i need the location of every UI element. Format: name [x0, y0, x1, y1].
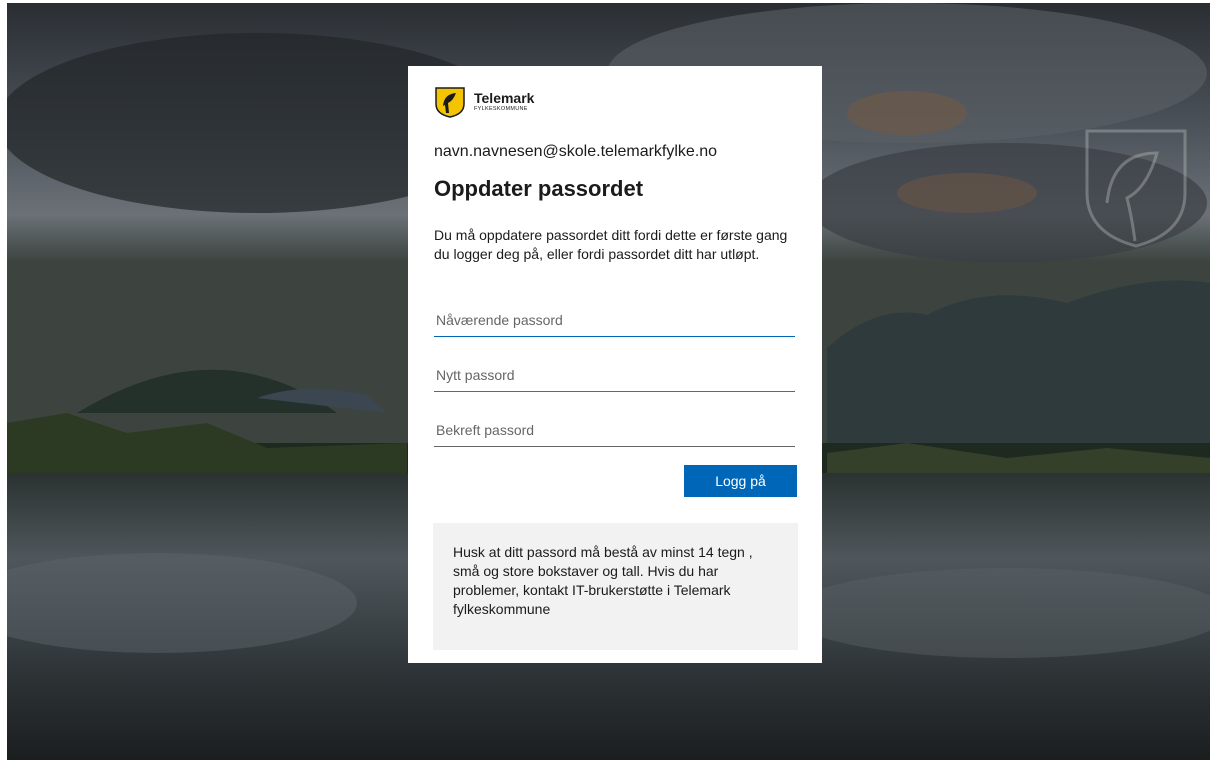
telemark-shield-icon	[435, 87, 465, 118]
brand-name: Telemark	[474, 90, 535, 107]
current-password-input[interactable]	[434, 303, 795, 337]
sign-in-button[interactable]: Logg på	[684, 465, 797, 497]
brand-subtitle: FYLKESKOMMUNE	[474, 106, 528, 113]
confirm-password-input[interactable]	[434, 413, 795, 447]
new-password-input[interactable]	[434, 358, 795, 392]
page-description: Du må oppdatere passordet ditt fordi det…	[434, 227, 788, 262]
password-update-card: Telemark FYLKESKOMMUNE navn.navnesen@sko…	[408, 66, 822, 663]
notice-text: Husk at ditt passord må bestå av minst 1…	[453, 544, 753, 617]
password-requirements-notice: Husk at ditt passord må bestå av minst 1…	[433, 523, 798, 650]
page-title: Oppdater passordet	[434, 176, 644, 201]
account-email: navn.navnesen@skole.telemarkfylke.no	[434, 143, 718, 160]
brand-logo: Telemark FYLKESKOMMUNE	[434, 86, 534, 118]
